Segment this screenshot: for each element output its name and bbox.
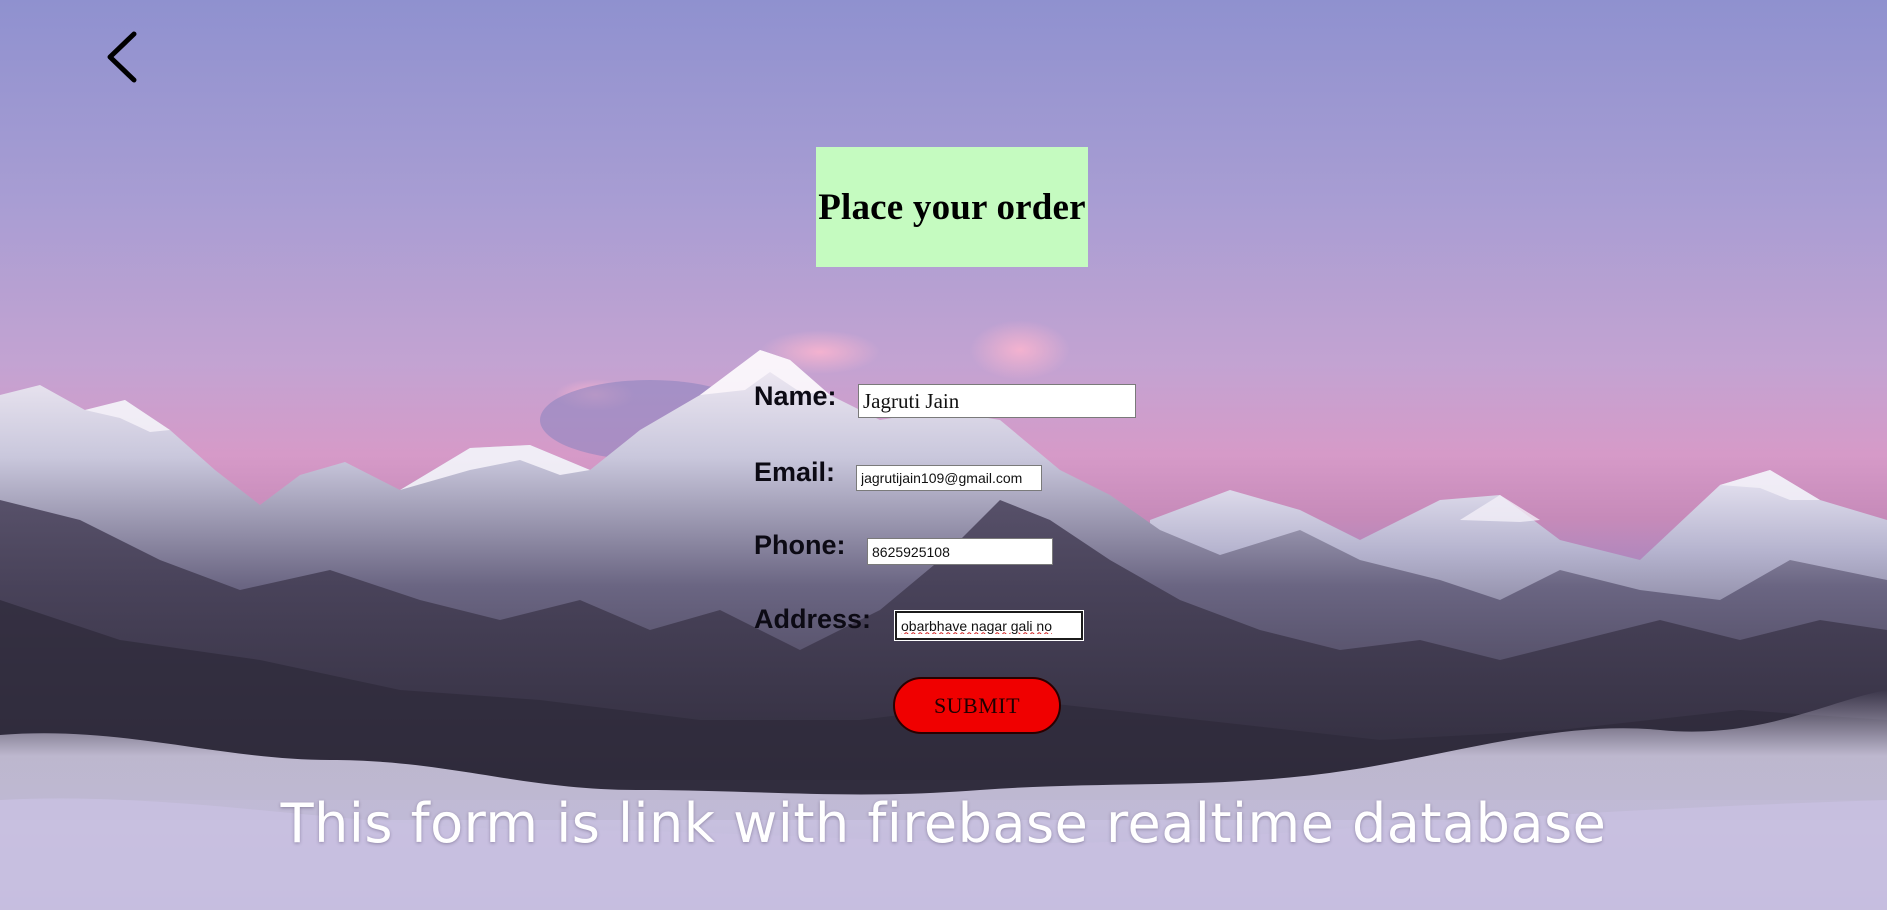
mountain-background-image [0,0,1887,910]
address-label: Address: [754,604,872,634]
name-label: Name: [754,381,837,411]
submit-button[interactable]: SUBMIT [893,677,1061,734]
page-title-box: Place your order [816,147,1088,267]
back-button[interactable] [98,28,148,88]
chevron-left-icon [107,31,137,83]
email-label: Email: [754,457,836,487]
name-field[interactable] [858,384,1136,418]
phone-label: Phone: [754,530,846,560]
address-field[interactable] [895,611,1083,640]
email-field[interactable] [856,465,1042,491]
phone-field[interactable] [867,538,1053,565]
video-caption: This form is link with firebase realtime… [280,792,1607,855]
page-title: Place your order [818,186,1086,228]
